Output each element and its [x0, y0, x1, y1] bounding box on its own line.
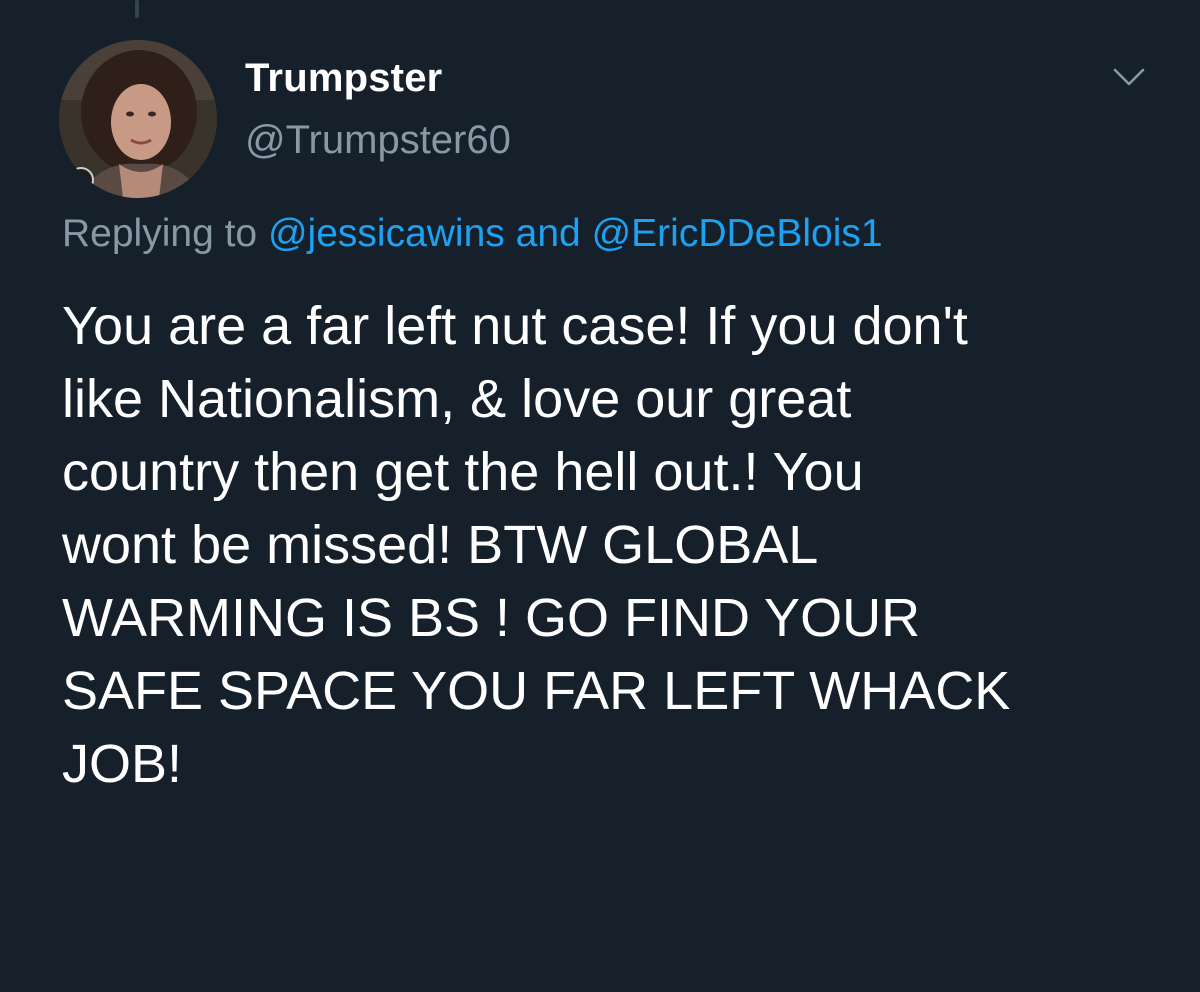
avatar[interactable]	[59, 40, 217, 198]
tweet-text: You are a far left nut case! If you don'…	[62, 290, 1172, 801]
tweet-text-line: like Nationalism, & love our great	[62, 369, 852, 429]
replying-to-line: Replying to @jessicawins and @EricDDeBlo…	[62, 212, 883, 256]
tweet-text-line: SAFE SPACE YOU FAR LEFT WHACK	[62, 661, 1011, 721]
tweet-text-line: wont be missed! BTW GLOBAL	[62, 515, 819, 575]
mention-joiner[interactable]: and	[516, 212, 581, 255]
tweet-text-line: JOB!	[62, 734, 183, 794]
mention-link-jessicawins[interactable]: @jessicawins	[268, 212, 505, 255]
display-name[interactable]: Trumpster	[245, 56, 442, 101]
user-handle[interactable]: @Trumpster60	[245, 118, 511, 163]
mention-link-ericddeblois1[interactable]: @EricDDeBlois1	[592, 212, 883, 255]
thread-connector-line	[135, 0, 139, 18]
chevron-down-icon[interactable]	[1112, 62, 1146, 92]
tweet-text-line: WARMING IS BS ! GO FIND YOUR	[62, 588, 921, 648]
tweet-text-line: You are a far left nut case! If you don'…	[62, 296, 968, 356]
tweet-text-line: country then get the hell out.! You	[62, 442, 864, 502]
replying-to-label: Replying to	[62, 212, 258, 255]
